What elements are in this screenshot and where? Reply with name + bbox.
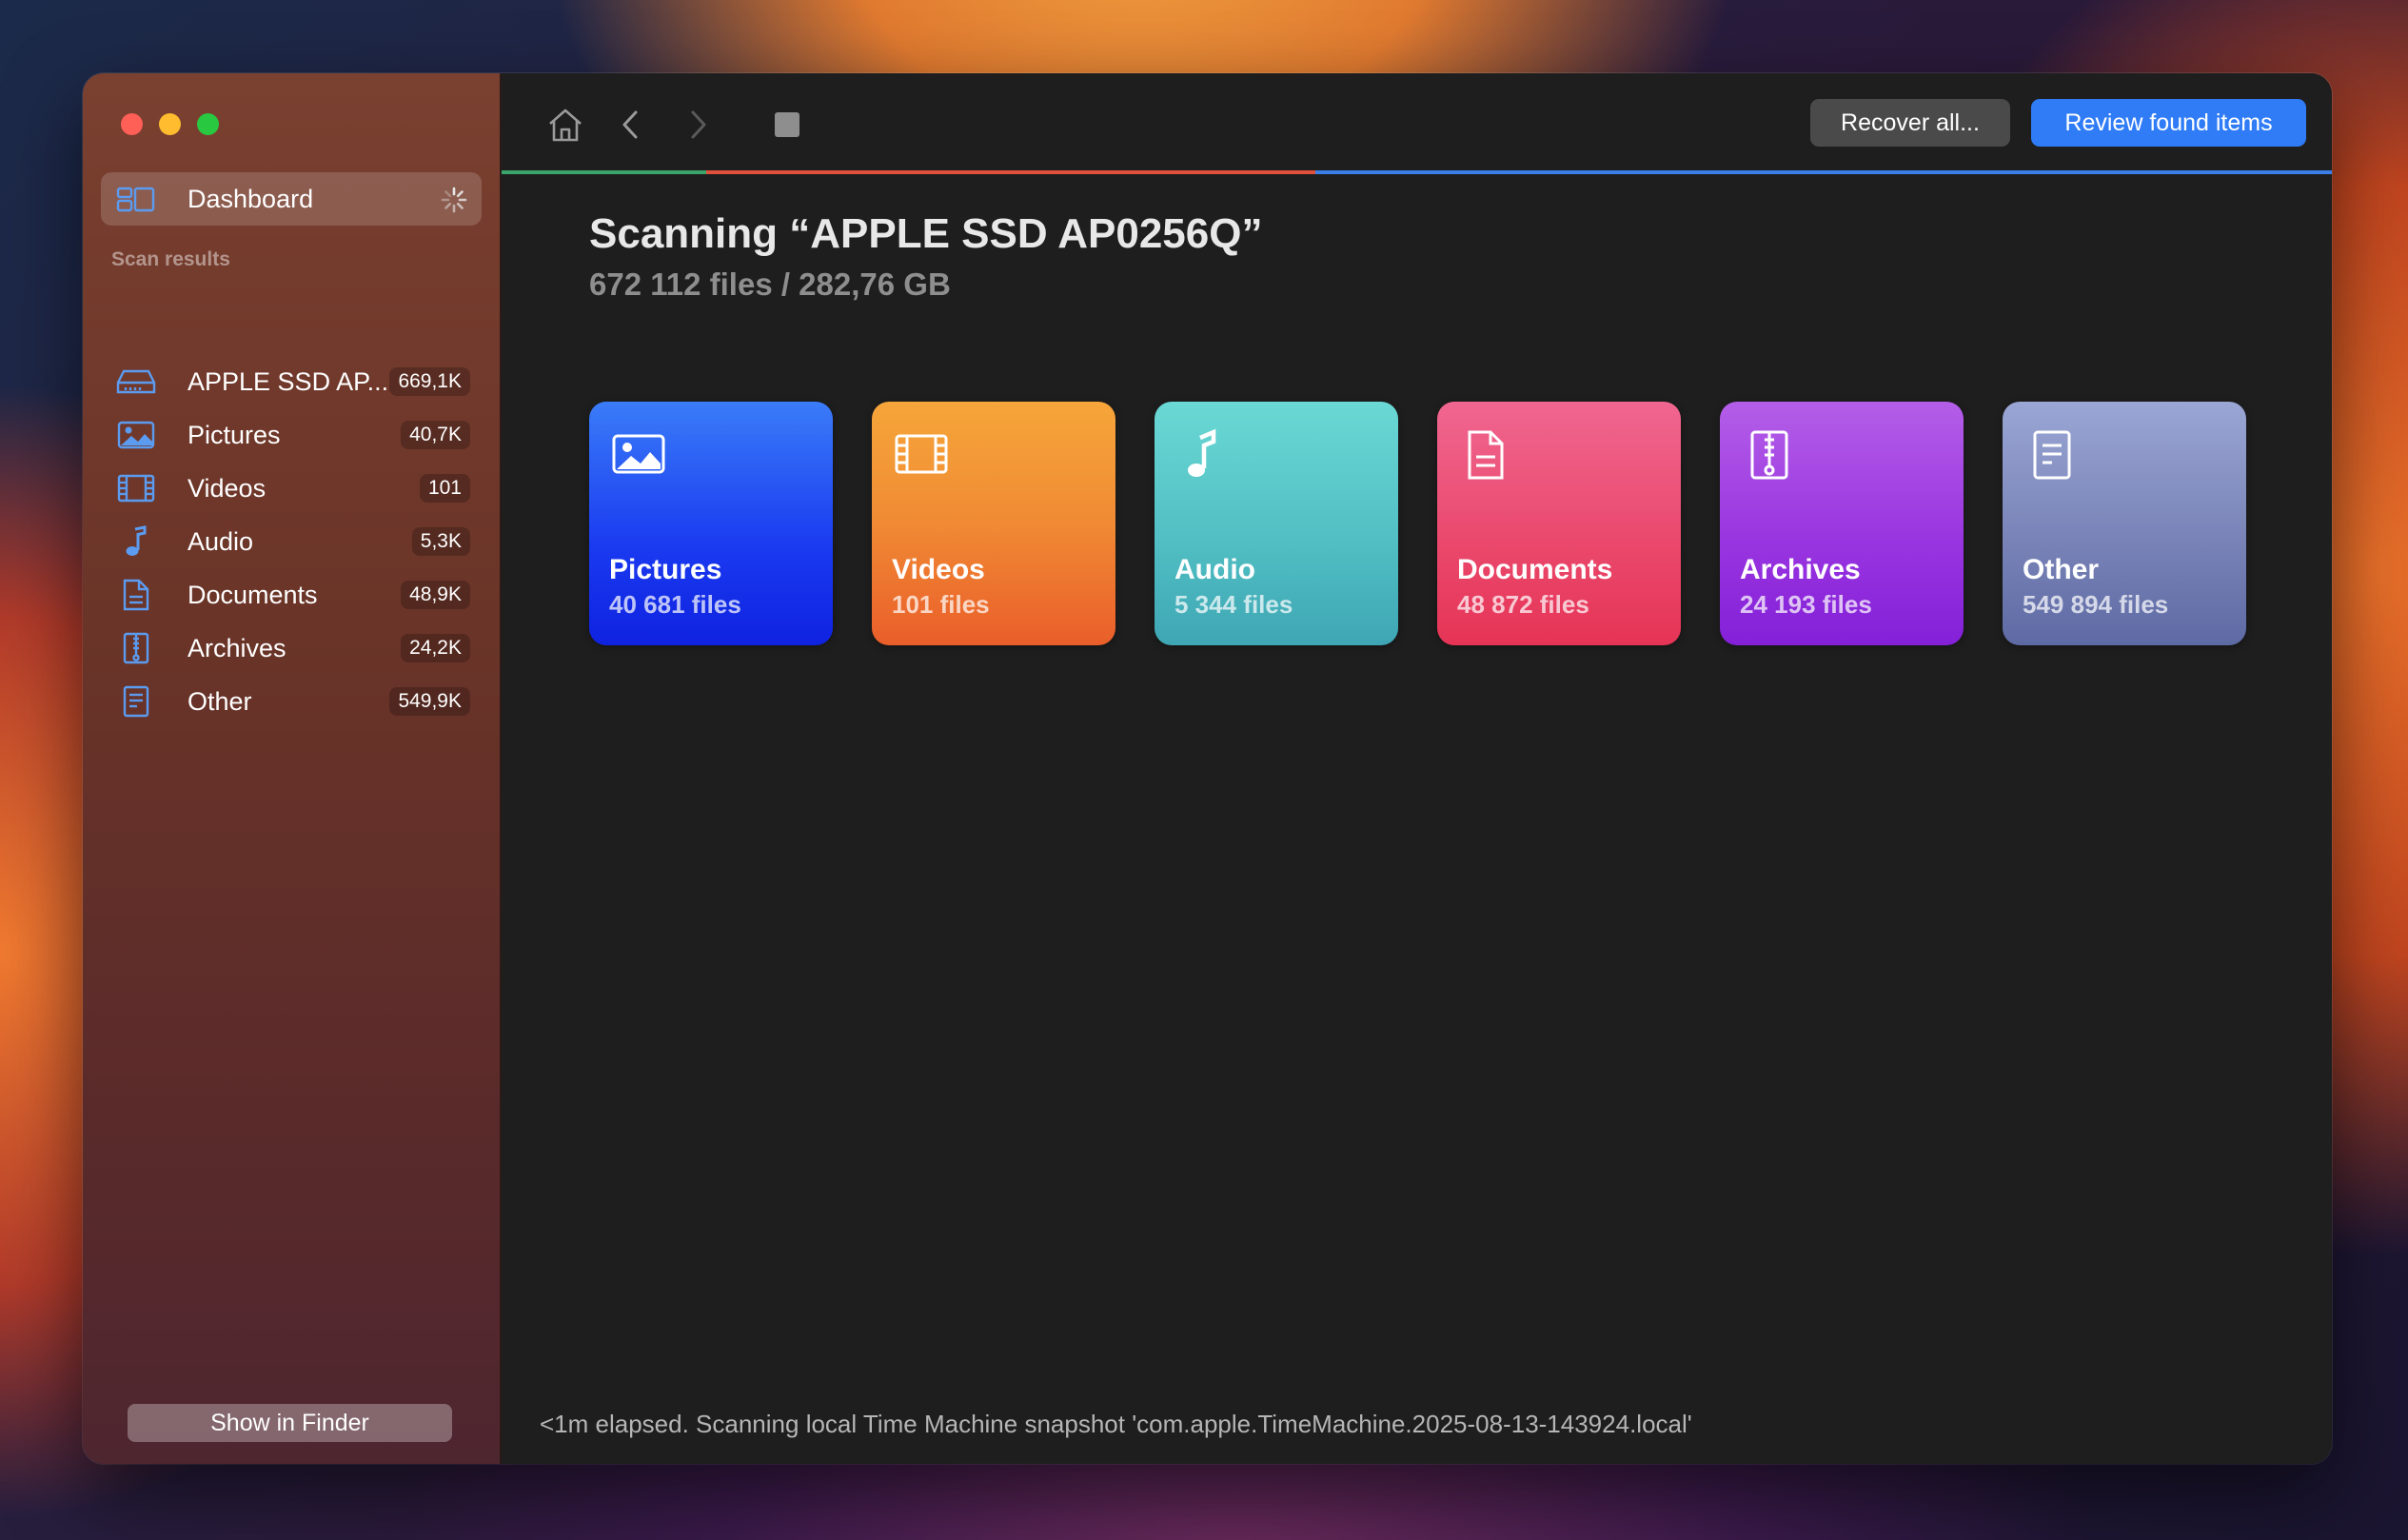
card-videos[interactable]: Videos 101 files [872,402,1115,645]
progress-segment [706,170,1315,174]
maximize-window-button[interactable] [197,113,219,135]
card-count: 40 681 files [609,590,741,619]
sidebar-item-videos[interactable]: Videos 101 [101,464,482,512]
count-badge: 5,3K [411,527,470,556]
card-title: Other [2023,554,2100,585]
card-count: 24 193 files [1740,590,1872,619]
dashboard-icon [116,186,156,217]
document-icon [1468,430,1504,480]
sidebar-item-audio[interactable]: Audio 5,3K [101,518,482,565]
other-file-icon [2033,430,2071,480]
app-window: Dashboard Scan results APPLE SSD AP... 6… [83,73,2332,1464]
card-title: Pictures [609,554,722,585]
close-window-button[interactable] [121,113,143,135]
count-badge: 669,1K [389,367,470,396]
scan-status-text: <1m elapsed. Scanning local Time Machine… [540,1410,1692,1438]
section-label-scan-results: Scan results [111,248,230,270]
recover-all-button[interactable]: Recover all... [1810,99,2010,147]
sidebar-item-label: APPLE SSD AP... [188,366,389,396]
count-badge: 40,7K [401,421,470,449]
sidebar: Dashboard Scan results APPLE SSD AP... 6… [83,73,502,1464]
minimize-window-button[interactable] [159,113,181,135]
archive-icon [115,631,157,665]
sidebar-item-documents[interactable]: Documents 48,9K [101,571,482,619]
picture-icon [612,434,665,474]
drive-icon [115,365,157,399]
music-note-icon [1188,428,1216,477]
progress-segment [502,170,706,174]
card-count: 549 894 files [2023,590,2169,619]
count-badge: 24,2K [401,634,470,662]
scan-progress-bar [502,170,2332,174]
sidebar-item-pictures[interactable]: Pictures 40,7K [101,411,482,459]
sidebar-item-label: Other [188,686,252,716]
stop-scan-icon[interactable] [766,104,808,146]
film-icon [895,434,948,474]
card-title: Audio [1174,554,1255,585]
sidebar-item-label: Videos [188,473,266,503]
music-note-icon [115,524,157,559]
review-found-items-button[interactable]: Review found items [2031,99,2306,147]
card-documents[interactable]: Documents 48 872 files [1437,402,1681,645]
sidebar-item-other[interactable]: Other 549,9K [101,678,482,725]
count-badge: 48,9K [401,581,470,609]
film-icon [115,471,157,505]
page-title: Scanning “APPLE SSD AP0256Q” [589,210,1263,257]
card-count: 101 files [892,590,990,619]
sidebar-item-label: Audio [188,526,254,556]
document-icon [115,578,157,612]
main-content: Recover all... Review found items Scanni… [502,73,2332,1464]
sidebar-item-drive[interactable]: APPLE SSD AP... 669,1K [101,358,482,405]
archive-icon [1750,430,1788,480]
back-chevron-icon[interactable] [609,104,651,146]
card-title: Documents [1457,554,1613,585]
show-in-finder-button[interactable]: Show in Finder [128,1404,452,1442]
card-count: 5 344 files [1174,590,1293,619]
home-icon[interactable] [544,104,586,146]
card-title: Videos [892,554,985,585]
sidebar-item-label: Documents [188,580,318,609]
picture-icon [115,418,157,452]
card-count: 48 872 files [1457,590,1589,619]
count-badge: 101 [419,474,470,503]
spinner-icon [440,186,468,219]
card-title: Archives [1740,554,1861,585]
toolbar: Recover all... Review found items [502,73,2332,172]
scan-summary: 672 112 files / 282,76 GB [589,267,951,302]
sidebar-item-label: Pictures [188,420,281,449]
card-archives[interactable]: Archives 24 193 files [1720,402,1964,645]
sidebar-item-label: Archives [188,633,286,662]
sidebar-item-label: Dashboard [188,184,314,213]
progress-segment [1315,170,2332,174]
other-file-icon [115,684,157,719]
window-controls [121,113,219,135]
card-other[interactable]: Other 549 894 files [2003,402,2246,645]
category-cards: Pictures 40 681 files Videos 101 files A… [589,402,2246,645]
count-badge: 549,9K [389,687,470,716]
sidebar-item-archives[interactable]: Archives 24,2K [101,624,482,672]
forward-chevron-icon[interactable] [678,104,720,146]
card-pictures[interactable]: Pictures 40 681 files [589,402,833,645]
card-audio[interactable]: Audio 5 344 files [1155,402,1398,645]
sidebar-item-dashboard[interactable]: Dashboard [101,172,482,226]
